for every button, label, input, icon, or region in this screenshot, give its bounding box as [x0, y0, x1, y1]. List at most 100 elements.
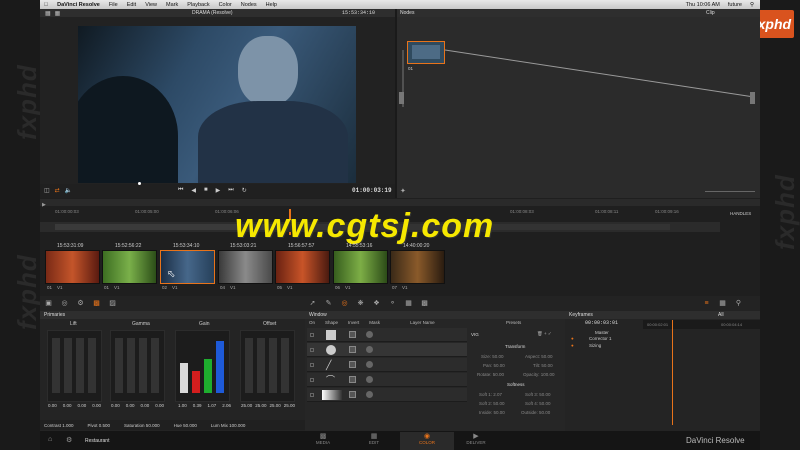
rotate-field[interactable]: Rotate: 50.00 [477, 372, 504, 377]
gamma-value[interactable]: 0.00 [141, 403, 150, 408]
gain-value[interactable]: 2.06 [222, 403, 231, 408]
confirm-icon[interactable]: ✓ [548, 331, 552, 336]
offset-value[interactable]: 25.00 [241, 403, 252, 408]
menu-edit[interactable]: Edit [127, 2, 136, 8]
gain-bar-y[interactable] [180, 363, 188, 393]
gain-bar-b[interactable] [216, 341, 224, 393]
sizing-icon[interactable]: ▦ [404, 299, 413, 308]
offset-bar-g[interactable] [269, 338, 277, 393]
soft4-field[interactable]: Soft 4: 50.00 [525, 401, 551, 406]
lift-bar-g[interactable] [76, 338, 84, 393]
pivot-value[interactable]: Pivot 0.500 [88, 423, 111, 428]
gain-wheel[interactable] [175, 330, 230, 402]
gamma-bar-r[interactable] [127, 338, 135, 393]
offset-bar-b[interactable] [281, 338, 289, 393]
track-corrector[interactable]: Corrector 1 [589, 336, 612, 341]
menu-view[interactable]: View [145, 2, 157, 8]
hue-value[interactable]: Hue 50.000 [174, 423, 197, 428]
window-on-checkbox[interactable] [310, 348, 314, 352]
play-icon[interactable]: ▶ [216, 187, 221, 194]
qualifier-icon[interactable]: ✎ [324, 299, 333, 308]
playhead-marker[interactable] [138, 182, 141, 185]
menu-file[interactable]: File [109, 2, 118, 8]
preset-name[interactable]: VIG [471, 332, 479, 337]
lift-bar-b[interactable] [88, 338, 96, 393]
invert-toggle[interactable] [349, 361, 356, 368]
source-input[interactable] [399, 92, 404, 104]
gain-value[interactable]: 0.39 [193, 403, 202, 408]
window-on-checkbox[interactable] [310, 333, 314, 337]
gallery-icon[interactable]: ◎ [60, 299, 69, 308]
keyframes-ruler[interactable]: 00:00:02:01 00:00:04:14 [643, 320, 760, 329]
keyframe-dot[interactable]: ● [571, 336, 574, 341]
spotlight-icon[interactable]: ⚲ [750, 2, 754, 8]
gamma-bar-g[interactable] [139, 338, 147, 393]
mask-toggle[interactable] [366, 331, 373, 338]
track-sizing[interactable]: Sizing [589, 343, 601, 348]
aspect-field[interactable]: Aspect: 50.00 [525, 354, 553, 359]
keyframe-dot[interactable]: ● [571, 343, 574, 348]
opacity-field[interactable]: Opacity: 100.00 [523, 372, 555, 377]
invert-toggle[interactable] [349, 331, 356, 338]
settings-icon[interactable]: ⚙ [76, 299, 85, 308]
track-master[interactable]: Master [595, 330, 609, 335]
inside-field[interactable]: Inside: 50.00 [479, 410, 505, 415]
key-icon[interactable]: ⚬ [388, 299, 397, 308]
tracker-icon[interactable]: ❋ [356, 299, 365, 308]
settings-icon[interactable]: ⚙ [66, 436, 72, 444]
tab-color[interactable]: ◉ COLOR [400, 432, 454, 450]
offset-bar-y[interactable] [245, 338, 253, 393]
gamma-value[interactable]: 0.00 [126, 403, 135, 408]
gain-value[interactable]: 1.07 [208, 403, 217, 408]
app-name[interactable]: DaVinci Resolve [57, 2, 100, 8]
linear-shape-icon[interactable] [326, 330, 336, 340]
window-on-checkbox[interactable] [310, 363, 314, 367]
soft1-field[interactable]: Soft 1: 2.07 [479, 392, 502, 397]
circle-shape-icon[interactable] [326, 345, 336, 355]
size-field[interactable]: Size: 50.00 [481, 354, 504, 359]
polygon-shape-icon[interactable]: ╱ [326, 360, 336, 370]
camera-icon[interactable]: ▣ [44, 299, 53, 308]
menu-color[interactable]: Color [219, 2, 232, 8]
gamma-bar-y[interactable] [115, 338, 123, 393]
clip-thumbnail[interactable] [218, 250, 273, 284]
keyframes-playhead[interactable] [672, 320, 673, 425]
output-connector[interactable] [750, 92, 755, 104]
3d-icon[interactable]: ▩ [420, 299, 429, 308]
invert-toggle[interactable] [349, 376, 356, 383]
mask-toggle[interactable] [366, 391, 373, 398]
apple-icon[interactable]:  [44, 2, 48, 8]
eyedropper-icon[interactable]: ✦ [400, 187, 406, 195]
offset-value[interactable]: 25.00 [255, 403, 266, 408]
home-icon[interactable]: ⌂ [48, 436, 52, 443]
lift-bar-y[interactable] [52, 338, 60, 393]
contrast-value[interactable]: Contrast 1.000 [44, 423, 74, 428]
user-name[interactable]: future [728, 2, 742, 8]
jump-end-icon[interactable]: ⏭ [228, 187, 233, 194]
window-on-checkbox[interactable] [310, 378, 314, 382]
curve-shape-icon[interactable]: ⌒ [326, 375, 336, 385]
soft3-field[interactable]: Soft 3: 50.00 [525, 392, 551, 397]
menu-playback[interactable]: Playback [187, 2, 209, 8]
gamma-bar-b[interactable] [151, 338, 159, 393]
lummix-value[interactable]: Lum Mix 100.000 [211, 423, 246, 428]
outside-field[interactable]: Outside: 50.00 [521, 410, 550, 415]
pan-field[interactable]: Pan: 50.00 [483, 363, 505, 368]
stop-icon[interactable]: ■ [204, 187, 208, 194]
reverse-icon[interactable]: ◀ [191, 187, 196, 194]
keyframe-toggle-icon[interactable]: ≡ [702, 299, 711, 308]
gain-bar-g[interactable] [204, 359, 212, 393]
invert-toggle[interactable] [349, 391, 356, 398]
gain-value[interactable]: 1.00 [178, 403, 187, 408]
zoom-icon[interactable]: ⚲ [734, 299, 743, 308]
offset-bar-r[interactable] [257, 338, 265, 393]
lift-value[interactable]: 0.00 [78, 403, 87, 408]
menu-mark[interactable]: Mark [166, 2, 178, 8]
lift-value[interactable]: 0.00 [48, 403, 57, 408]
lift-wheel[interactable] [47, 330, 102, 402]
menu-help[interactable]: Help [266, 2, 277, 8]
add-icon[interactable]: + [544, 331, 547, 336]
window-on-checkbox[interactable] [310, 393, 314, 397]
gamma-value[interactable]: 0.00 [155, 403, 164, 408]
grid-toggle-icon[interactable]: ▦ [718, 299, 727, 308]
